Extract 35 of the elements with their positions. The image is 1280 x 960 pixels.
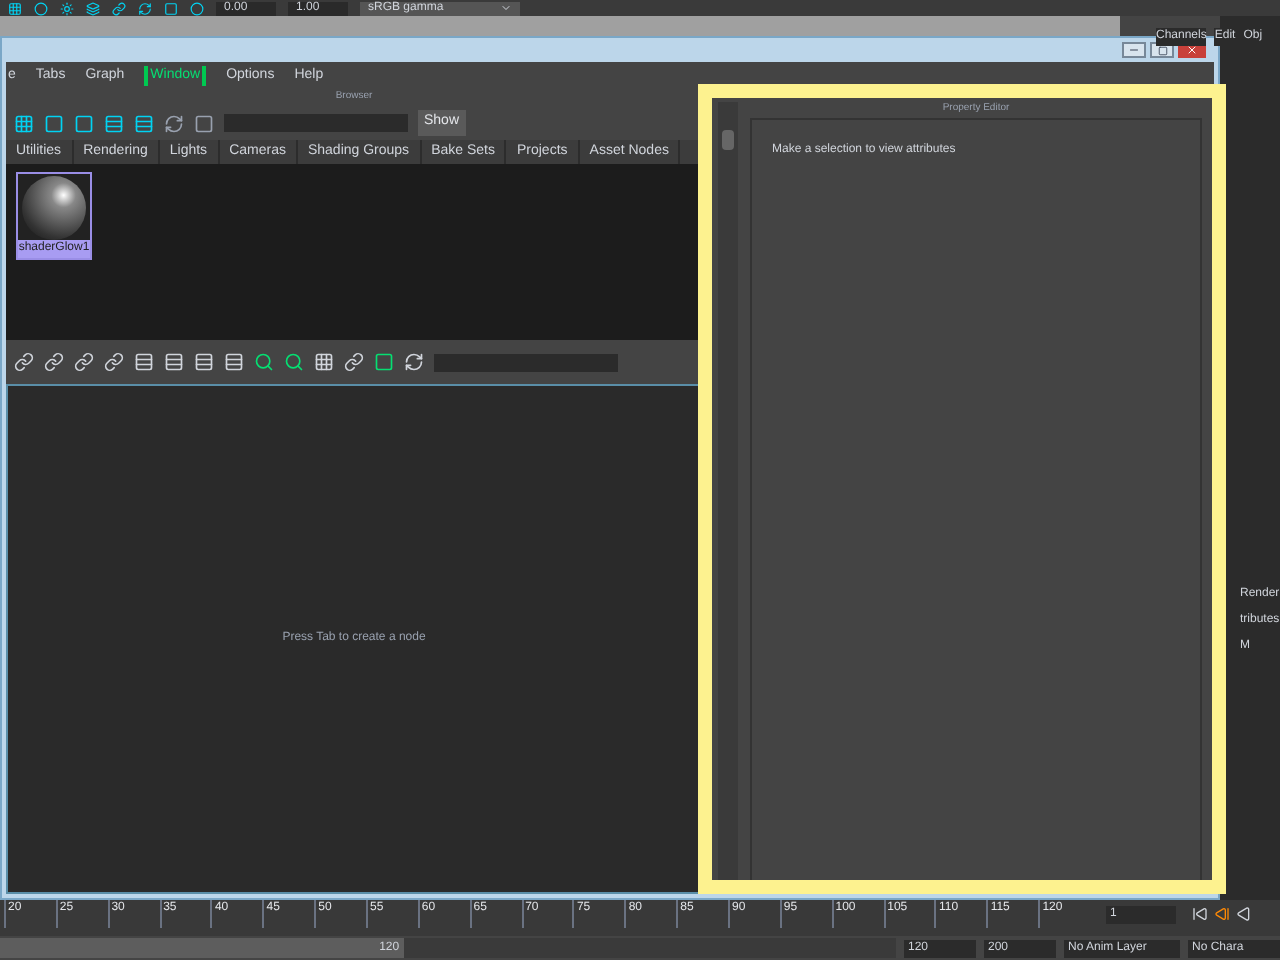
tool-icon[interactable] bbox=[314, 352, 334, 372]
minimize-icon bbox=[1128, 44, 1140, 56]
tool-icon[interactable] bbox=[44, 352, 64, 372]
tool-icon[interactable] bbox=[254, 352, 274, 372]
tool-icon[interactable] bbox=[224, 352, 244, 372]
skip-back-icon[interactable] bbox=[1192, 906, 1208, 922]
tool-icon[interactable] bbox=[138, 1, 152, 15]
maximize-icon bbox=[1157, 45, 1167, 55]
tool-icon[interactable] bbox=[164, 113, 184, 133]
tool-icon[interactable] bbox=[104, 113, 124, 133]
tool-icon[interactable] bbox=[14, 352, 34, 372]
scrollbar[interactable] bbox=[722, 130, 734, 150]
step-back-icon[interactable] bbox=[1214, 906, 1230, 922]
tool-icon[interactable] bbox=[104, 352, 124, 372]
tool-icon[interactable] bbox=[134, 352, 154, 372]
tool-icon[interactable] bbox=[60, 1, 74, 15]
tool-icon[interactable] bbox=[404, 352, 424, 372]
tool-icon[interactable] bbox=[112, 1, 126, 15]
tool-icon[interactable] bbox=[14, 113, 34, 133]
tool-icon[interactable] bbox=[194, 352, 214, 372]
tool-icon[interactable] bbox=[134, 113, 154, 133]
tool-icon[interactable] bbox=[74, 352, 94, 372]
tool-icon[interactable] bbox=[86, 1, 100, 15]
play-reverse-icon[interactable] bbox=[1236, 906, 1252, 922]
tool-icon[interactable] bbox=[194, 113, 214, 133]
search-field[interactable] bbox=[434, 353, 618, 371]
caret-icon bbox=[500, 1, 512, 13]
tool-icon[interactable] bbox=[284, 352, 304, 372]
tool-icon[interactable] bbox=[374, 352, 394, 372]
tool-icon[interactable] bbox=[344, 352, 364, 372]
filter-field[interactable] bbox=[224, 114, 408, 132]
close-icon bbox=[1186, 44, 1198, 56]
tool-icon[interactable] bbox=[34, 1, 48, 15]
tool-icon[interactable] bbox=[164, 352, 184, 372]
tool-icon[interactable] bbox=[8, 1, 22, 15]
